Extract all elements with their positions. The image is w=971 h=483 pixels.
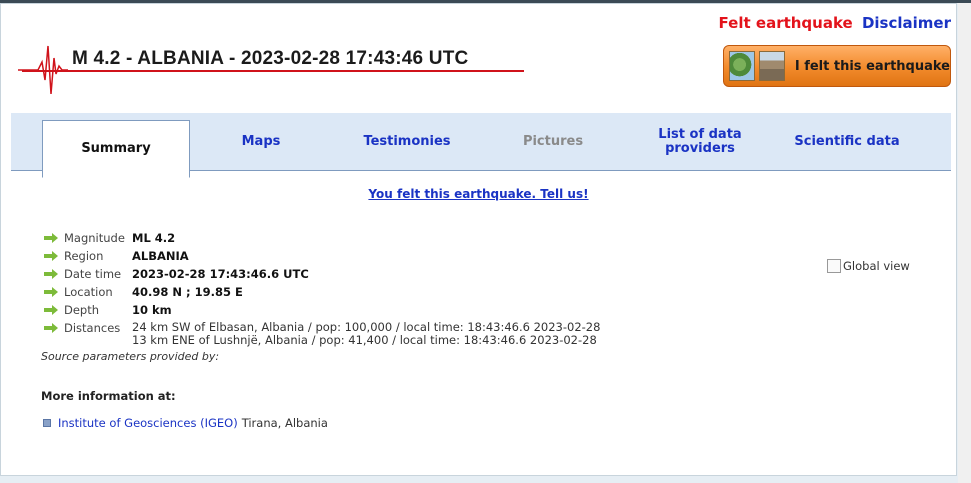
tab-bar: Summary Maps Testimonies Pictures List o… <box>11 113 951 178</box>
disclaimer-link[interactable]: Disclaimer <box>862 14 951 32</box>
tab-label: List of data providers <box>658 126 742 156</box>
earthquake-details: Magnitude ML 4.2 Region ALBANIA Date tim… <box>44 231 600 351</box>
datetime-value: 2023-02-28 17:43:46.6 UTC <box>132 267 309 281</box>
i-felt-button-label: I felt this earthquake <box>794 58 950 74</box>
tab-data-providers[interactable]: List of data providers <box>625 113 775 170</box>
tab-summary[interactable]: Summary <box>42 120 190 178</box>
global-view-image[interactable]: Global view <box>827 259 910 273</box>
detail-label: Date time <box>64 267 122 281</box>
green-arrow-icon <box>44 251 58 261</box>
tab-label: Scientific data <box>794 133 900 149</box>
tell-us-link[interactable]: You felt this earthquake. Tell us! <box>0 187 957 201</box>
institute-place: Tirana, Albania <box>241 416 328 430</box>
green-arrow-icon <box>44 323 58 333</box>
top-links: Felt earthquake Disclaimer <box>719 14 951 32</box>
detail-row-datetime: Date time 2023-02-28 17:43:46.6 UTC <box>44 267 600 285</box>
title-underline <box>22 70 524 72</box>
green-arrow-icon <box>44 287 58 297</box>
institute-link[interactable]: Institute of Geosciences (IGEO) <box>58 416 238 430</box>
scroll-area <box>958 3 971 483</box>
tab-label: Maps <box>241 133 281 149</box>
felt-earthquake-link[interactable]: Felt earthquake <box>719 14 853 32</box>
detail-label: Location <box>64 285 113 299</box>
distance-line: 13 km ENE of Lushnjë, Albania / pop: 41,… <box>132 333 597 347</box>
detail-row-location: Location 40.98 N ; 19.85 E <box>44 285 600 303</box>
depth-value: 10 km <box>132 303 172 317</box>
tab-testimonies[interactable]: Testimonies <box>334 113 480 170</box>
detail-label: Region <box>64 249 104 263</box>
tab-scientific-data[interactable]: Scientific data <box>777 113 917 170</box>
tab-label: Pictures <box>522 133 584 149</box>
detail-label: Magnitude <box>64 231 125 245</box>
location-value: 40.98 N ; 19.85 E <box>132 285 243 299</box>
more-info-heading: More information at: <box>41 389 176 403</box>
tab-label: Summary <box>81 141 151 156</box>
detail-row-depth: Depth 10 km <box>44 303 600 321</box>
magnitude-value: ML 4.2 <box>132 231 176 245</box>
detail-label: Distances <box>64 321 121 335</box>
detail-row-distances: Distances 24 km SW of Elbasan, Albania /… <box>44 321 600 351</box>
broken-image-icon <box>827 259 841 273</box>
page-title: M 4.2 - ALBANIA - 2023-02-28 17:43:46 UT… <box>72 48 469 69</box>
damage-photo-icon <box>758 51 785 81</box>
tab-maps[interactable]: Maps <box>191 113 331 170</box>
map-thumbnail-icon <box>729 51 755 81</box>
global-view-alt: Global view <box>843 259 910 273</box>
institute-item: Institute of Geosciences (IGEO) Tirana, … <box>43 416 328 430</box>
detail-row-region: Region ALBANIA <box>44 249 600 267</box>
tab-label: Testimonies <box>363 133 451 149</box>
bullet-icon <box>43 419 51 427</box>
tab-pictures: Pictures <box>483 113 623 170</box>
detail-label: Depth <box>64 303 100 317</box>
green-arrow-icon <box>44 269 58 279</box>
region-value: ALBANIA <box>132 249 189 263</box>
green-arrow-icon <box>44 233 58 243</box>
i-felt-button[interactable]: I felt this earthquake <box>723 45 951 87</box>
source-parameters: Source parameters provided by: <box>41 350 220 363</box>
green-arrow-icon <box>44 305 58 315</box>
detail-row-magnitude: Magnitude ML 4.2 <box>44 231 600 249</box>
